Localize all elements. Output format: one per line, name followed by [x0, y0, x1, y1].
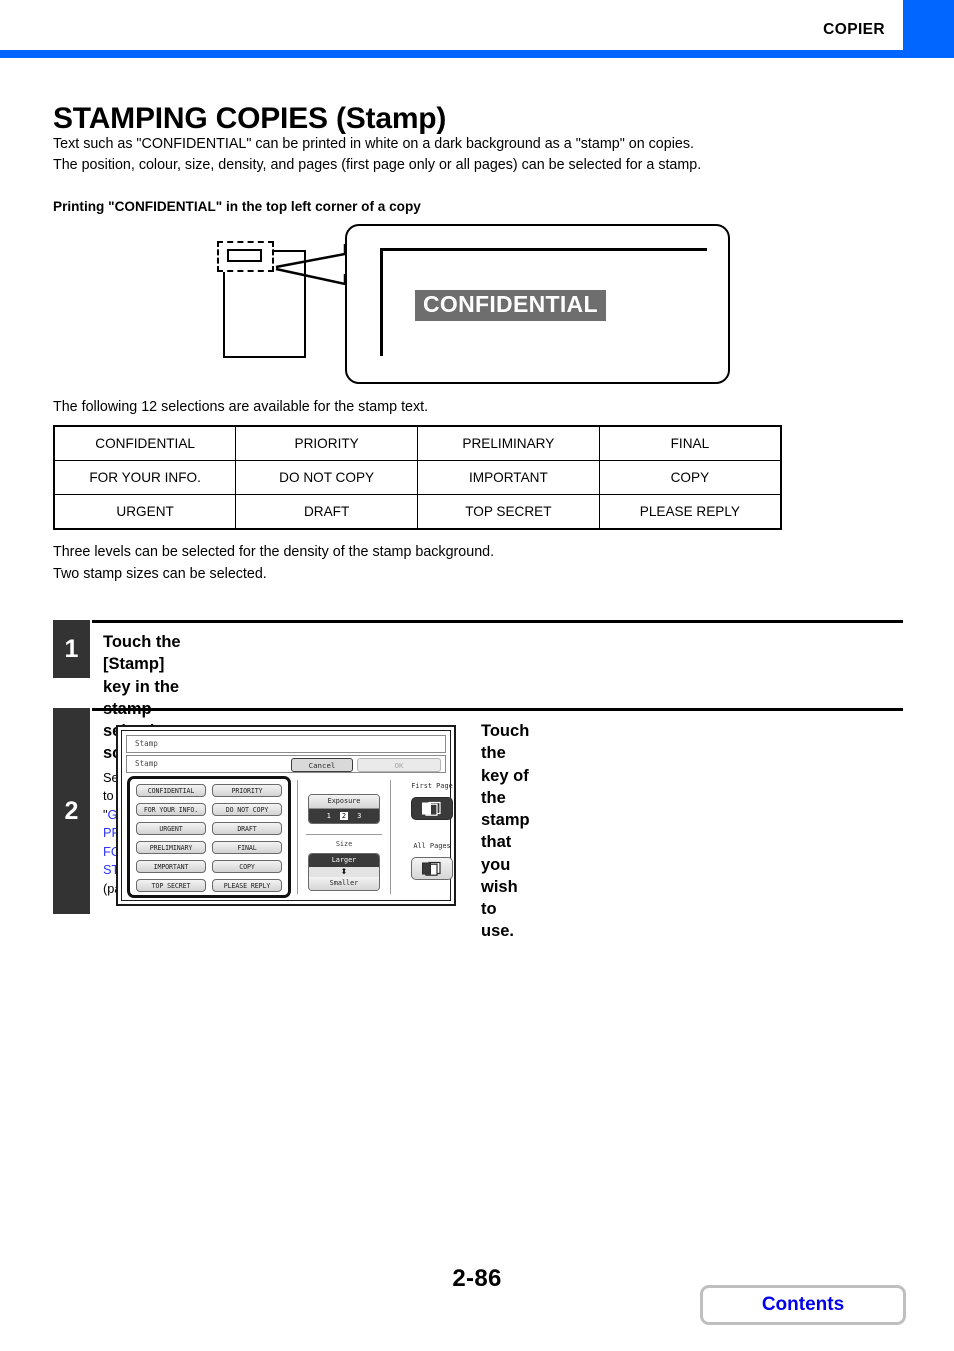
- figure-subheading: Printing "CONFIDENTIAL" in the top left …: [53, 199, 421, 214]
- page-title: STAMPING COPIES (Stamp): [53, 102, 447, 136]
- step-heading-line-1: Touch the key of the stamp that you: [481, 722, 530, 874]
- density-note-line: Three levels can be selected for the den…: [53, 544, 495, 560]
- callout-edge-top: [380, 248, 707, 251]
- lcd-screen: Stamp Stamp Cancel OK CONFIDENTIAL PRIOR…: [121, 730, 453, 901]
- stamp-key-top-secret[interactable]: TOP SECRET: [136, 879, 206, 892]
- exposure-value-2-selected[interactable]: 2: [339, 812, 349, 820]
- step-number-badge: 2: [53, 708, 90, 914]
- size-control[interactable]: Larger ⬍ Smaller: [308, 853, 380, 891]
- magnified-callout: CONFIDENTIAL: [345, 224, 730, 384]
- callout-edge-left: [380, 248, 383, 356]
- ok-button[interactable]: OK: [357, 757, 441, 772]
- exposure-label: Exposure: [309, 795, 379, 809]
- table-cell: PRIORITY: [235, 425, 418, 461]
- size-larger-option[interactable]: Larger: [309, 854, 379, 867]
- stamp-key-do-not-copy[interactable]: DO NOT COPY: [212, 803, 282, 816]
- table-cell: FOR YOUR INFO.: [53, 460, 237, 495]
- step-heading-line-2: wish to use.: [481, 877, 518, 941]
- all-pages-stack-icon: [422, 861, 441, 876]
- header-accent-block: [903, 0, 954, 50]
- first-page-button[interactable]: [411, 797, 453, 820]
- exposure-size-separator: [306, 834, 382, 835]
- lcd-body: CONFIDENTIAL PRIORITY FOR YOUR INFO. DO …: [126, 776, 453, 900]
- table-row: FOR YOUR INFO. DO NOT COPY IMPORTANT COP…: [53, 460, 782, 495]
- stamp-screen-mockup: Stamp Stamp Cancel OK CONFIDENTIAL PRIOR…: [116, 725, 456, 906]
- exposure-size-column: Exposure 1 2 3 Size Larger ⬍ Smaller: [304, 776, 384, 898]
- exposure-value-3[interactable]: 3: [357, 812, 361, 820]
- selection-note: The following 12 selections are availabl…: [53, 399, 429, 415]
- table-cell: DRAFT: [235, 494, 418, 530]
- panel-divider-left: [297, 780, 298, 894]
- size-label: Size: [335, 840, 353, 848]
- stamp-key-confidential[interactable]: CONFIDENTIAL: [136, 784, 206, 797]
- intro-line-1: Text such as "CONFIDENTIAL" can be print…: [53, 136, 694, 152]
- exposure-control[interactable]: Exposure 1 2 3: [308, 794, 380, 824]
- table-cell: URGENT: [53, 494, 237, 530]
- table-row: URGENT DRAFT TOP SECRET PLEASE REPLY: [53, 494, 782, 530]
- section-label: COPIER: [823, 21, 885, 38]
- stamp-key-group: CONFIDENTIAL PRIORITY FOR YOUR INFO. DO …: [127, 776, 291, 898]
- panel-divider-right: [390, 780, 391, 894]
- first-page-label: First Page: [411, 782, 453, 790]
- stamp-mini-marker: [227, 249, 262, 262]
- step-divider-rule: [92, 620, 903, 623]
- table-row: CONFIDENTIAL PRIORITY PRELIMINARY FINAL: [53, 425, 782, 461]
- contents-button[interactable]: Contents: [700, 1285, 906, 1325]
- page-scope-column: First Page All Pages: [398, 776, 466, 898]
- confidential-stamp: CONFIDENTIAL: [415, 290, 606, 321]
- table-cell: TOP SECRET: [417, 494, 600, 530]
- stamp-key-urgent[interactable]: URGENT: [136, 822, 206, 835]
- size-updown-arrow-icon[interactable]: ⬍: [309, 867, 379, 877]
- table-cell: FINAL: [598, 425, 782, 461]
- stamp-text-table: CONFIDENTIAL PRIORITY PRELIMINARY FINAL …: [53, 425, 782, 530]
- all-pages-button[interactable]: [411, 857, 453, 880]
- lcd-screen-label: Stamp: [135, 759, 158, 768]
- page-header: COPIER: [0, 0, 954, 52]
- stamp-key-preliminary[interactable]: PRELIMINARY: [136, 841, 206, 854]
- stamp-key-priority[interactable]: PRIORITY: [212, 784, 282, 797]
- table-cell: CONFIDENTIAL: [53, 425, 237, 461]
- stamp-key-please-reply[interactable]: PLEASE REPLY: [212, 879, 282, 892]
- table-cell: PRELIMINARY: [417, 425, 600, 461]
- density-size-note: Three levels can be selected for the den…: [53, 541, 494, 585]
- lcd-screen-header: Stamp Cancel OK: [126, 755, 446, 773]
- header-divider-rule: [0, 50, 954, 58]
- size-note-line: Two stamp sizes can be selected.: [53, 566, 267, 582]
- step-content: Touch the key of the stamp that you wish…: [481, 720, 530, 943]
- first-page-stack-icon: [422, 801, 441, 816]
- table-cell: COPY: [598, 460, 782, 495]
- lcd-title-text: Stamp: [135, 739, 158, 748]
- table-cell: DO NOT COPY: [235, 460, 418, 495]
- stamp-example-figure: CONFIDENTIAL: [210, 222, 750, 390]
- stamp-key-important[interactable]: IMPORTANT: [136, 860, 206, 873]
- cancel-button[interactable]: Cancel: [291, 757, 353, 772]
- intro-paragraph: Text such as "CONFIDENTIAL" can be print…: [53, 134, 883, 176]
- stamp-key-final[interactable]: FINAL: [212, 841, 282, 854]
- stamp-key-copy[interactable]: COPY: [212, 860, 282, 873]
- table-cell: PLEASE REPLY: [598, 494, 782, 530]
- size-smaller-option[interactable]: Smaller: [309, 877, 379, 890]
- all-pages-label: All Pages: [413, 842, 451, 850]
- step-divider-rule: [92, 708, 903, 711]
- stamp-key-for-your-info[interactable]: FOR YOUR INFO.: [136, 803, 206, 816]
- stamp-key-draft[interactable]: DRAFT: [212, 822, 282, 835]
- lcd-title-bar: Stamp: [126, 735, 446, 753]
- step-number-badge: 1: [53, 620, 90, 678]
- intro-line-2: The position, colour, size, density, and…: [53, 157, 702, 173]
- table-cell: IMPORTANT: [417, 460, 600, 495]
- exposure-value-row: 1 2 3: [309, 809, 379, 823]
- exposure-value-1[interactable]: 1: [327, 812, 331, 820]
